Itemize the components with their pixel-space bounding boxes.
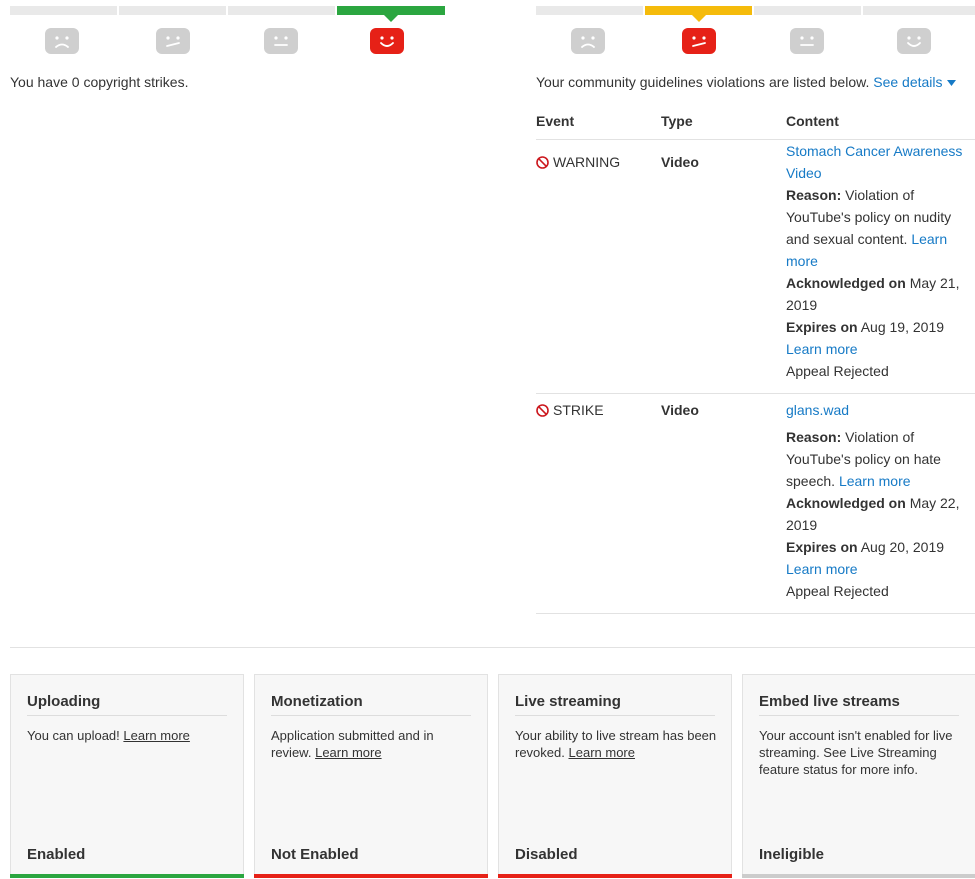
column-header-content: Content <box>786 113 839 129</box>
community-segment-3 <box>754 6 861 15</box>
neutral-icon <box>264 28 298 54</box>
reason-label: Reason: <box>786 187 842 203</box>
expires-label: Expires on <box>786 319 858 335</box>
meh-slant-icon <box>156 28 190 54</box>
row-divider <box>536 613 975 614</box>
feature-title: Live streaming <box>515 693 621 710</box>
feature-description: Application submitted and in review. Lea… <box>271 727 475 761</box>
smile-icon <box>897 28 931 54</box>
feature-status: Ineligible <box>759 846 825 863</box>
expires-learn-more-link[interactable]: Learn more <box>786 341 858 357</box>
feature-desc-text: You can upload! <box>27 728 120 743</box>
community-segment-active <box>645 6 752 22</box>
feature-card-embed-live-streams: Embed live streams Your account isn't en… <box>742 674 975 878</box>
status-bar-gray <box>742 874 975 878</box>
event-cell: WARNING <box>536 151 620 173</box>
feature-description: Your ability to live stream has been rev… <box>515 727 719 761</box>
feature-title: Embed live streams <box>759 693 900 710</box>
content-cell: Stomach Cancer Awareness Video Reason: V… <box>786 140 974 382</box>
expires-date: Aug 19, 2019 <box>860 319 945 335</box>
acknowledged-label: Acknowledged on <box>786 495 906 511</box>
frown-icon <box>45 28 79 54</box>
card-divider <box>271 715 471 716</box>
learn-more-link[interactable]: Learn more <box>315 745 381 760</box>
type-cell: Video <box>661 154 699 170</box>
content-cell: glans.wad Reason: Violation of YouTube's… <box>786 399 974 602</box>
status-bar-green <box>10 874 244 878</box>
card-divider <box>759 715 959 716</box>
feature-status: Enabled <box>27 846 86 863</box>
caret-down-icon <box>947 80 957 87</box>
status-bar-red <box>498 874 732 878</box>
feature-status: Not Enabled <box>271 846 359 863</box>
column-header-event: Event <box>536 113 575 129</box>
copyright-segment-active <box>337 6 445 22</box>
expires-date: Aug 20, 2019 <box>860 539 945 555</box>
prohibited-icon <box>536 155 549 169</box>
feature-card-uploading: Uploading You can upload! Learn more Ena… <box>10 674 244 878</box>
learn-more-link[interactable]: Learn more <box>569 745 635 760</box>
see-details-link[interactable]: See details <box>873 74 957 90</box>
community-violations-message: Your community guidelines violations are… <box>536 74 957 90</box>
copyright-strikes-message: You have 0 copyright strikes. <box>10 74 189 90</box>
copyright-segment-3 <box>228 6 335 15</box>
expires-learn-more-link[interactable]: Learn more <box>786 561 858 577</box>
learn-more-link[interactable]: Learn more <box>123 728 189 743</box>
meh-slant-icon <box>682 28 716 54</box>
appeal-status: Appeal Rejected <box>786 583 889 599</box>
event-label: STRIKE <box>553 402 604 418</box>
community-message-text: Your community guidelines violations are… <box>536 74 870 90</box>
reason-label: Reason: <box>786 429 842 445</box>
feature-description: Your account isn't enabled for live stre… <box>759 727 963 778</box>
column-header-type: Type <box>661 113 693 129</box>
community-segment-1 <box>536 6 643 15</box>
event-cell: STRIKE <box>536 399 604 421</box>
row-divider <box>536 393 975 394</box>
feature-card-monetization: Monetization Application submitted and i… <box>254 674 488 878</box>
frown-icon <box>571 28 605 54</box>
video-title-link[interactable]: glans.wad <box>786 402 849 418</box>
video-title-link[interactable]: Stomach Cancer Awareness Video <box>786 143 962 181</box>
expires-label: Expires on <box>786 539 858 555</box>
prohibited-icon <box>536 403 549 417</box>
section-divider <box>10 647 975 648</box>
card-divider <box>27 715 227 716</box>
status-bar-red <box>254 874 488 878</box>
reason-learn-more-link[interactable]: Learn more <box>839 473 911 489</box>
feature-desc-text: Your account isn't enabled for live stre… <box>759 728 953 777</box>
copyright-segment-2 <box>119 6 226 15</box>
community-segment-4 <box>863 6 975 15</box>
type-cell: Video <box>661 402 699 418</box>
neutral-icon <box>790 28 824 54</box>
feature-title: Monetization <box>271 693 363 710</box>
event-label: WARNING <box>553 154 621 170</box>
card-divider <box>515 715 715 716</box>
acknowledged-label: Acknowledged on <box>786 275 906 291</box>
see-details-label: See details <box>873 74 943 90</box>
feature-title: Uploading <box>27 693 101 710</box>
feature-card-live-streaming: Live streaming Your ability to live stre… <box>498 674 732 878</box>
smile-icon <box>370 28 404 54</box>
appeal-status: Appeal Rejected <box>786 363 889 379</box>
copyright-segment-1 <box>10 6 117 15</box>
feature-status: Disabled <box>515 846 578 863</box>
feature-description: You can upload! Learn more <box>27 727 231 744</box>
